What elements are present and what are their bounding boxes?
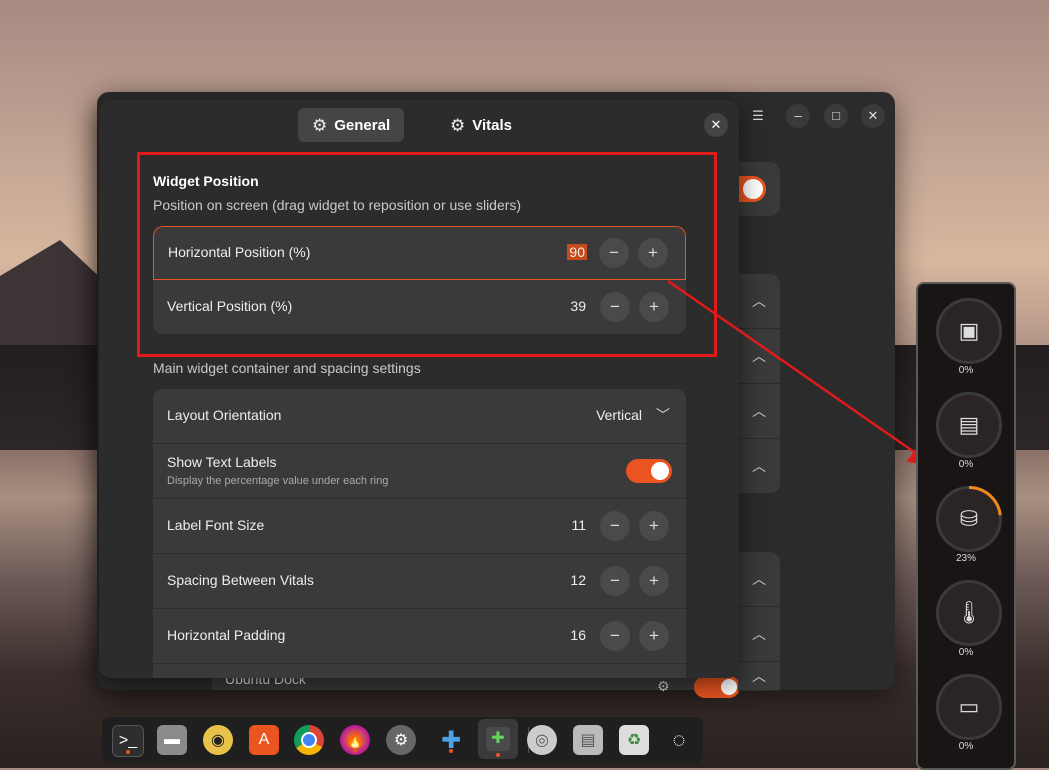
cpu-icon: ▣ (936, 298, 1002, 364)
dock: >_ ▬ ◉ A 🔥 ⚙ ✚ ✚ ◎ ▤ ♻ ◌ (102, 717, 703, 763)
extensions-icon[interactable]: ✚ (436, 725, 466, 755)
running-dot (126, 750, 130, 754)
running-dot (496, 753, 500, 757)
extension-manager-icon[interactable]: ✚ (478, 719, 518, 759)
firefox-icon[interactable]: 🔥 (340, 725, 370, 755)
memory-value: 0% (958, 459, 974, 470)
running-dot (353, 749, 357, 753)
gpu-value: 0% (958, 741, 974, 752)
rhythmbox-icon[interactable]: ◉ (203, 725, 233, 755)
storage-value: 23% (955, 553, 976, 564)
vitals-widget[interactable]: ▣ 0% ▤ 0% ⛁ 23% 🌡 0% ▭ 0% (916, 282, 1016, 770)
chrome-icon[interactable] (294, 725, 324, 755)
annotation-arrow (667, 279, 935, 466)
storage-progress-ring (936, 486, 1002, 552)
trash-icon[interactable]: ♻ (619, 725, 649, 755)
temperature-icon: 🌡 (936, 580, 1002, 646)
memory-icon: ▤ (936, 392, 1002, 458)
app-center-icon[interactable]: A (249, 725, 279, 755)
running-dot (449, 749, 453, 753)
disc-icon[interactable]: ◎ (527, 725, 557, 755)
save-icon[interactable]: ▤ (573, 725, 603, 755)
files-icon[interactable]: ▬ (157, 725, 187, 755)
temperature-value: 0% (958, 647, 974, 658)
cpu-value: 0% (958, 365, 974, 376)
settings-icon[interactable]: ⚙ (386, 725, 416, 755)
ubuntu-icon[interactable]: ◌ (664, 725, 694, 755)
gpu-icon: ▭ (936, 674, 1002, 740)
terminal-icon[interactable]: >_ (112, 725, 144, 757)
